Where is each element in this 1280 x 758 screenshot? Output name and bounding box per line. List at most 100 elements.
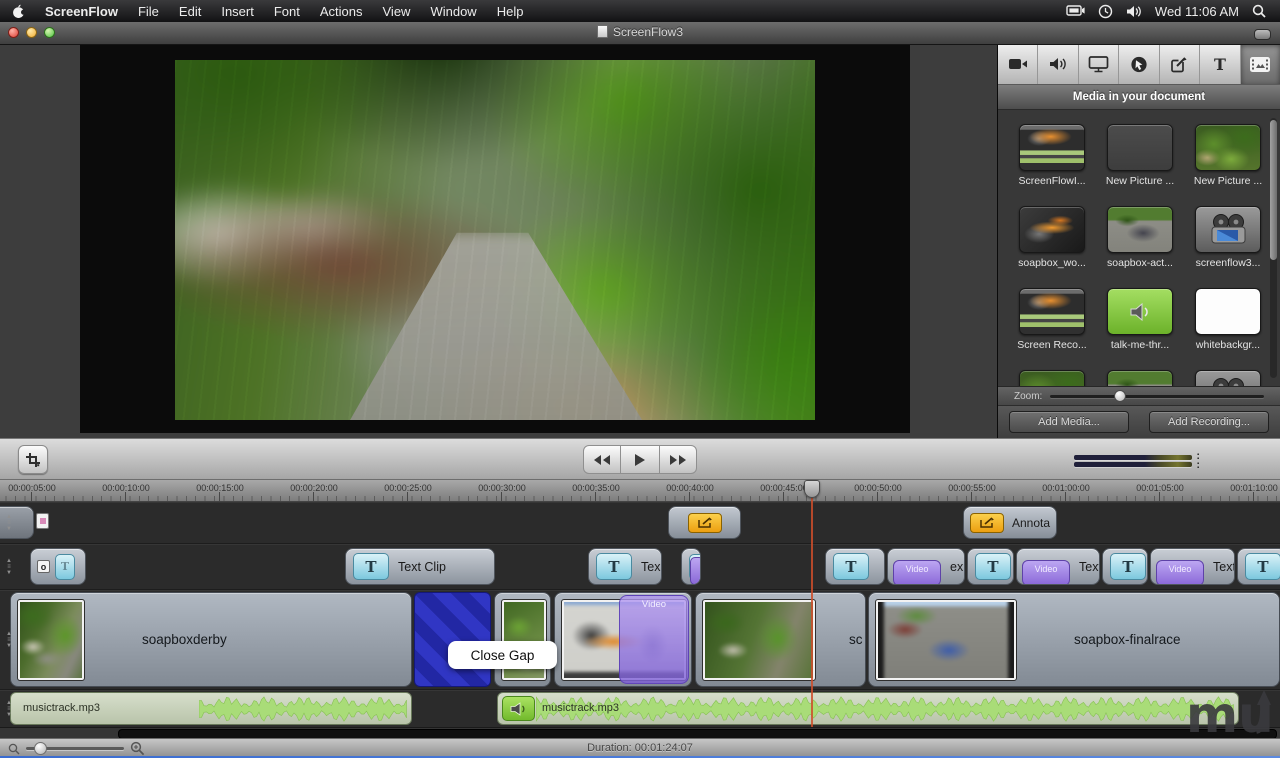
media-item-2[interactable]: New Picture ... (1096, 124, 1184, 187)
screen-recording-properties-tab[interactable] (1079, 44, 1119, 84)
video-clip[interactable]: Video (554, 592, 692, 687)
menu-item-appname[interactable]: ScreenFlow (35, 4, 128, 19)
text-clip[interactable]: TTex (588, 548, 662, 585)
media-item-10[interactable] (1008, 370, 1096, 386)
callout-properties-tab[interactable] (1119, 44, 1159, 84)
window-title-bar[interactable]: ScreenFlow3 (0, 22, 1280, 45)
display-icon[interactable] (1066, 5, 1085, 18)
menu-clock[interactable]: Wed 11:06 AM (1155, 4, 1239, 19)
timeline-gap[interactable] (414, 592, 491, 687)
annotations-tab[interactable] (1160, 44, 1200, 84)
media-zoom-slider[interactable] (1050, 395, 1264, 398)
timeline-ruler[interactable]: 00:00:05:0000:00:10:0000:00:15:0000:00:2… (0, 480, 1280, 502)
video-clip[interactable]: sc (695, 592, 866, 687)
media-item-1[interactable]: ScreenFlowI... (1008, 124, 1096, 187)
audio-clip[interactable]: musictrack.mp3 (10, 692, 412, 725)
race-thumbnail[interactable] (1107, 206, 1173, 253)
text-clip[interactable]: T (681, 548, 701, 585)
crop-tool-button[interactable] (18, 445, 48, 474)
menu-item-actions[interactable]: Actions (310, 4, 373, 19)
toolbar-toggle-button[interactable] (1254, 29, 1271, 40)
race-thumbnail[interactable] (1107, 370, 1173, 386)
video-clip[interactable] (494, 592, 551, 687)
video-clip[interactable]: soapboxderby (10, 592, 412, 687)
annotation-clip[interactable]: Annota (963, 506, 1057, 539)
video-thumbnail-art (18, 600, 84, 680)
track-handle[interactable]: ▲≡▼ (3, 558, 15, 576)
close-gap-button[interactable]: Close Gap (448, 641, 557, 669)
spotlight-icon[interactable] (1252, 4, 1266, 18)
media-item-5[interactable]: soapbox-act... (1096, 206, 1184, 269)
text-clip-label: Text (1213, 560, 1235, 574)
text-clip[interactable]: T (1102, 548, 1148, 585)
flame-thumbnail[interactable] (1019, 206, 1085, 253)
text-clip[interactable]: T (1237, 548, 1280, 585)
menu-item-insert[interactable]: Insert (211, 4, 264, 19)
media-item-8[interactable]: talk-me-thr... (1096, 288, 1184, 351)
track-handle[interactable]: ▲≡▼ (3, 631, 15, 649)
media-item-9[interactable]: whitebackgr... (1184, 288, 1272, 351)
screenflow-doc-thumbnail[interactable] (1019, 124, 1085, 171)
text-t-icon: T (833, 553, 869, 580)
add-media-button[interactable]: Add Media... (1009, 411, 1129, 433)
media-item-7[interactable]: Screen Reco... (1008, 288, 1096, 351)
screenflow-doc-thumbnail[interactable] (1019, 288, 1085, 335)
menu-item-window[interactable]: Window (420, 4, 486, 19)
audio-clip-label: musictrack.mp3 (23, 702, 100, 714)
audio-thumbnail[interactable] (1107, 288, 1173, 335)
video-preview[interactable] (175, 60, 815, 420)
media-grid-scrollbar[interactable] (1270, 118, 1277, 378)
video-properties-tab[interactable] (998, 44, 1038, 84)
text-clip[interactable]: oT (30, 548, 86, 585)
play-button[interactable] (621, 445, 659, 474)
text-clip[interactable]: T (967, 548, 1014, 585)
media-item-label: soapbox_wo... (1018, 257, 1086, 269)
rewind-button[interactable] (583, 445, 621, 474)
menu-item-font[interactable]: Font (264, 4, 310, 19)
annotation-mini-clip[interactable] (36, 513, 49, 529)
track-handle[interactable]: ▲≡▼ (3, 514, 15, 532)
media-library-tab[interactable] (1241, 44, 1280, 84)
text-clip[interactable]: T (825, 548, 885, 585)
media-item-3[interactable]: New Picture ... (1184, 124, 1272, 187)
document-proxy-icon[interactable] (597, 25, 608, 38)
main-area: T Media in your document ScreenFlowI...N… (0, 44, 1280, 438)
projector-thumbnail[interactable] (1195, 206, 1261, 253)
empty-thumbnail[interactable] (1107, 124, 1173, 171)
projector-thumbnail[interactable] (1195, 370, 1261, 386)
annotation-clip[interactable] (668, 506, 741, 539)
foliage-thumbnail[interactable] (1195, 124, 1261, 171)
media-item-11[interactable] (1096, 370, 1184, 386)
rewind-icon (593, 454, 611, 466)
media-item-4[interactable]: soapbox_wo... (1008, 206, 1096, 269)
video-clip-thumbnail (18, 600, 84, 680)
text-clip[interactable]: Videoex (887, 548, 965, 585)
macupdate-watermark: mu (1186, 684, 1276, 751)
text-properties-tab[interactable]: T (1200, 44, 1240, 84)
annotation-icon-badge (970, 513, 1004, 533)
timeline-hscrollbar[interactable] (0, 727, 1280, 738)
white-thumbnail[interactable] (1195, 288, 1261, 335)
text-clip[interactable]: VideoText (1150, 548, 1235, 585)
time-machine-icon[interactable] (1098, 4, 1113, 19)
audio-clip[interactable]: musictrack.mp3 (497, 692, 1239, 725)
playhead-handle[interactable] (804, 480, 820, 498)
media-item-6[interactable]: screenflow3... (1184, 206, 1272, 269)
media-item-12[interactable] (1184, 370, 1272, 386)
audio-properties-tab[interactable] (1038, 44, 1078, 84)
menu-item-view[interactable]: View (373, 4, 421, 19)
add-recording-button[interactable]: Add Recording... (1149, 411, 1269, 433)
video-clip[interactable]: soapbox-finalrace (868, 592, 1280, 687)
ruler-label: 00:00:30:00 (478, 483, 526, 493)
fast-forward-button[interactable] (659, 445, 697, 474)
volume-icon[interactable] (1126, 5, 1142, 18)
apple-menu[interactable] (12, 4, 25, 19)
menu-item-help[interactable]: Help (487, 4, 534, 19)
menu-item-edit[interactable]: Edit (169, 4, 211, 19)
menu-item-file[interactable]: File (128, 4, 169, 19)
track-handle[interactable]: ▲≡▼ (3, 700, 15, 718)
text-clip[interactable]: TText Clip (345, 548, 495, 585)
text-clip[interactable]: VideoText (1016, 548, 1100, 585)
media-zoom-knob[interactable] (1114, 390, 1126, 402)
foliage-thumbnail[interactable] (1019, 370, 1085, 386)
